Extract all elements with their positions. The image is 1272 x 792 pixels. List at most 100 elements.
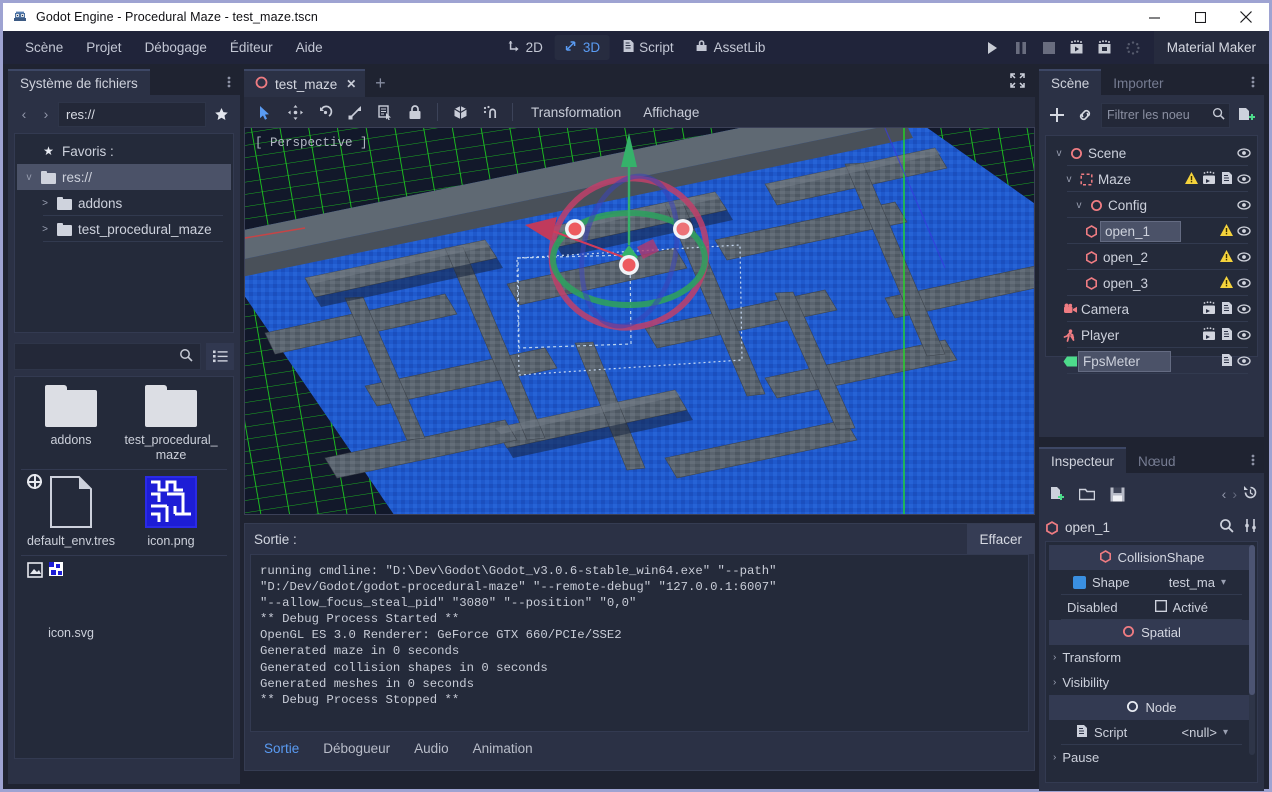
move-icon[interactable] <box>281 99 309 125</box>
maximize-button[interactable] <box>1177 3 1223 31</box>
scene-tab-test-maze[interactable]: test_maze ✕ <box>244 69 366 97</box>
viewport-3d[interactable]: [ Perspective ] <box>244 127 1035 515</box>
close-button[interactable] <box>1223 3 1269 31</box>
list-select-icon[interactable] <box>371 99 399 125</box>
cube-icon[interactable] <box>446 99 474 125</box>
visibility-eye-icon[interactable] <box>1237 198 1251 212</box>
inspector-prop-disabled[interactable]: Disabled Activé <box>1049 595 1254 620</box>
nav-back-button[interactable]: ‹ <box>14 102 34 126</box>
viewport-menu-affichage[interactable]: Affichage <box>633 101 709 124</box>
script-icon[interactable] <box>1220 327 1233 344</box>
mode-2d-button[interactable]: 2D <box>498 35 552 60</box>
file-item-icon-svg[interactable]: icon.svg <box>21 562 121 641</box>
inspector-next-button[interactable]: › <box>1232 486 1237 502</box>
chevron-right-icon[interactable]: > <box>39 198 51 209</box>
script-icon[interactable] <box>1220 353 1233 370</box>
menu-help[interactable]: Aide <box>285 36 334 59</box>
visibility-eye-icon[interactable] <box>1237 354 1251 368</box>
visibility-eye-icon[interactable] <box>1237 302 1251 316</box>
material-maker-button[interactable]: Material Maker <box>1153 31 1269 64</box>
pause-icon[interactable] <box>1008 35 1034 61</box>
chevron-down-icon[interactable]: v <box>1063 174 1075 185</box>
mode-3d-button[interactable]: 3D <box>554 35 610 60</box>
tree-row-res[interactable]: v res:// <box>17 164 231 190</box>
history-icon[interactable] <box>1243 485 1258 503</box>
cursor-arrow-icon[interactable] <box>251 99 279 125</box>
chevron-down-icon[interactable]: ▾ <box>1223 727 1228 738</box>
vertical-dots-icon[interactable] <box>1242 69 1264 95</box>
visibility-eye-icon[interactable] <box>1237 328 1251 342</box>
menu-scene[interactable]: Scène <box>14 36 74 59</box>
scene-node-fpsmeter[interactable]: FpsMeter <box>1049 348 1254 374</box>
visibility-eye-icon[interactable] <box>1237 276 1251 290</box>
inspector-prop-shape[interactable]: Shape test_ma ▾ <box>1049 570 1254 595</box>
file-item-test-procedural-maze[interactable]: test_procedural_maze <box>121 385 221 463</box>
scene-node-open-3[interactable]: open_3 <box>1049 270 1254 296</box>
animation-icon[interactable] <box>1202 326 1216 344</box>
bottom-tab-audio[interactable]: Audio <box>404 738 459 759</box>
visibility-eye-icon[interactable] <box>1237 146 1251 160</box>
warning-icon[interactable] <box>1220 223 1233 239</box>
mode-script-button[interactable]: Script <box>612 35 683 60</box>
tab-filesystem[interactable]: Système de fichiers <box>8 69 150 95</box>
script-icon[interactable] <box>1220 171 1233 188</box>
bottom-tab-sortie[interactable]: Sortie <box>254 738 309 759</box>
tab-importer[interactable]: Importer <box>1101 69 1175 95</box>
tree-row-addons[interactable]: > addons <box>17 190 231 216</box>
script-icon[interactable] <box>1220 301 1233 318</box>
save-icon[interactable] <box>1105 482 1129 507</box>
visibility-eye-icon[interactable] <box>1237 172 1251 186</box>
chevron-right-icon[interactable]: › <box>1053 752 1056 763</box>
menu-project[interactable]: Projet <box>75 36 132 59</box>
close-icon[interactable]: ✕ <box>346 77 356 91</box>
chevron-right-icon[interactable]: > <box>39 224 51 235</box>
inspector-prop-script[interactable]: Script <null> ▾ <box>1049 720 1254 745</box>
create-script-icon[interactable] <box>1234 103 1258 128</box>
visibility-eye-icon[interactable] <box>1237 224 1251 238</box>
scene-node-scene[interactable]: v Scene <box>1049 140 1254 166</box>
link-icon[interactable] <box>1073 103 1097 128</box>
scene-node-open-1[interactable]: open_1 <box>1049 218 1254 244</box>
scene-node-player[interactable]: Player <box>1049 322 1254 348</box>
menu-editor[interactable]: Éditeur <box>219 36 284 59</box>
scene-node-open-2[interactable]: open_2 <box>1049 244 1254 270</box>
warning-icon[interactable] <box>1220 275 1233 291</box>
chevron-down-icon[interactable]: v <box>1073 200 1085 211</box>
star-icon[interactable] <box>208 102 234 127</box>
rotate-icon[interactable] <box>311 99 339 125</box>
tree-row-test-procedural-maze[interactable]: > test_procedural_maze <box>17 216 231 242</box>
path-input[interactable]: res:// <box>58 101 206 127</box>
inspector-section-visibility[interactable]: › Visibility <box>1049 670 1254 695</box>
search-icon[interactable] <box>1219 518 1234 536</box>
list-view-icon[interactable] <box>206 343 234 370</box>
mode-assetlib-button[interactable]: AssetLib <box>686 35 775 60</box>
clear-output-button[interactable]: Effacer <box>967 524 1034 554</box>
tab-noeud[interactable]: Nœud <box>1126 447 1188 473</box>
animation-icon[interactable] <box>1202 170 1216 188</box>
minimize-button[interactable] <box>1131 3 1177 31</box>
fullscreen-icon[interactable] <box>1004 67 1030 93</box>
scene-node-config[interactable]: v Config <box>1049 192 1254 218</box>
lock-icon[interactable] <box>401 99 429 125</box>
play-scene-icon[interactable] <box>1064 35 1090 61</box>
chevron-down-icon[interactable]: v <box>23 172 35 183</box>
tools-icon[interactable] <box>1243 518 1258 536</box>
scene-node-camera[interactable]: Camera <box>1049 296 1254 322</box>
play-icon[interactable] <box>980 35 1006 61</box>
warning-icon[interactable] <box>1185 171 1198 187</box>
new-resource-icon[interactable] <box>1045 482 1069 507</box>
tree-row-favoris[interactable]: ★ Favoris : <box>17 138 231 164</box>
inspector-section-transform[interactable]: › Transform <box>1049 645 1254 670</box>
chevron-down-icon[interactable]: ▾ <box>1221 577 1226 588</box>
filter-nodes-input[interactable]: Filtrer les noeu <box>1101 102 1230 128</box>
play-custom-icon[interactable] <box>1092 35 1118 61</box>
add-scene-tab-button[interactable]: + <box>365 69 395 97</box>
nav-forward-button[interactable]: › <box>36 102 56 126</box>
chevron-down-icon[interactable]: v <box>1053 148 1065 159</box>
output-log[interactable]: running cmdline: "D:\Dev\Godot\Godot_v3.… <box>250 554 1029 732</box>
folder-open-icon[interactable] <box>1075 482 1099 507</box>
inspector-prev-button[interactable]: ‹ <box>1222 486 1227 502</box>
chevron-right-icon[interactable]: › <box>1053 652 1056 663</box>
scale-icon[interactable] <box>341 99 369 125</box>
file-item-addons[interactable]: addons <box>21 385 121 463</box>
